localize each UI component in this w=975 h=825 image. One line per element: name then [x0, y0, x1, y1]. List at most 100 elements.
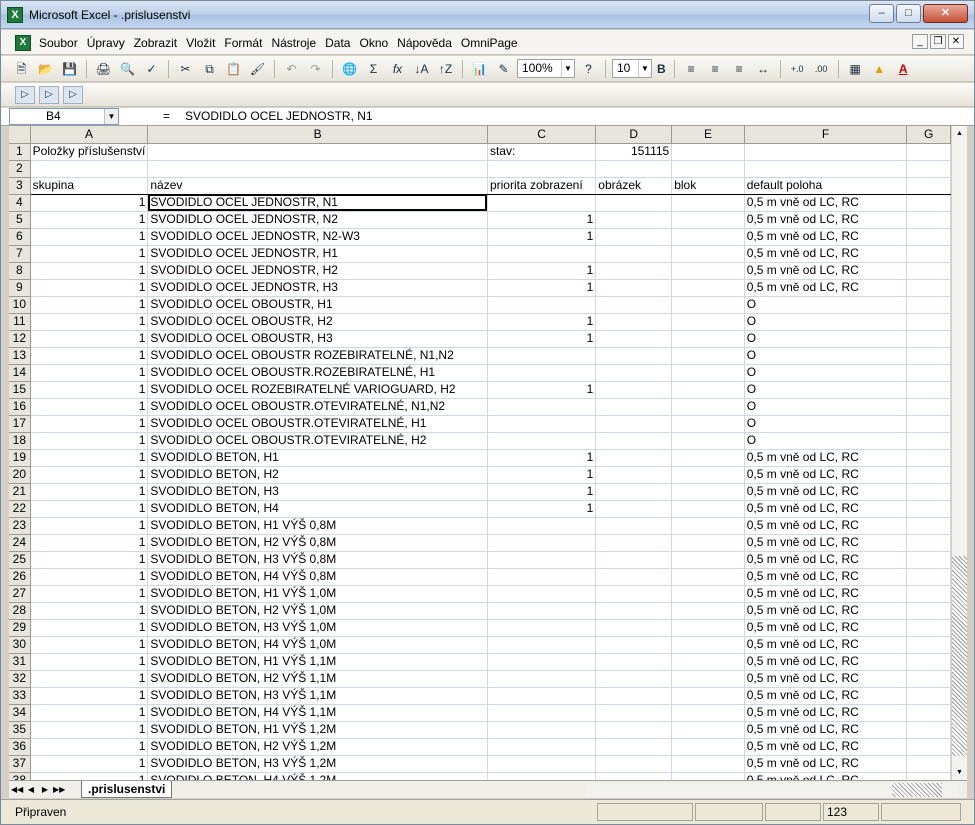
cell-g29[interactable] [906, 619, 951, 637]
cell-a25[interactable]: 1 [30, 551, 149, 569]
row-header[interactable]: 7 [9, 245, 31, 263]
cell-d30[interactable] [595, 636, 673, 654]
cell-e2[interactable] [671, 160, 745, 178]
cell-b30[interactable]: SVODIDLO BETON, H4 VÝŠ 1,0M [147, 636, 488, 654]
cell-f6[interactable]: 0,5 m vně od LC, RC [744, 228, 908, 246]
cell-f31[interactable]: 0,5 m vně od LC, RC [744, 653, 908, 671]
maximize-button[interactable]: □ [896, 4, 921, 23]
cell-a36[interactable]: 1 [30, 738, 149, 756]
open-icon[interactable]: 📂 [35, 59, 56, 79]
cell-f34[interactable]: 0,5 m vně od LC, RC [744, 704, 908, 722]
cell-a8[interactable]: 1 [30, 262, 149, 280]
cell-e31[interactable] [671, 653, 745, 671]
menu-item[interactable]: Nástroje [271, 36, 316, 50]
cell-g14[interactable] [906, 364, 951, 382]
cell-d17[interactable] [595, 415, 673, 433]
doc-close-button[interactable]: ✕ [948, 34, 964, 49]
row-header[interactable]: 28 [9, 602, 31, 620]
cell-c1[interactable]: stav: [487, 143, 597, 161]
cell-e34[interactable] [671, 704, 745, 722]
row-header[interactable]: 22 [9, 500, 31, 518]
cell-f32[interactable]: 0,5 m vně od LC, RC [744, 670, 908, 688]
cell-a7[interactable]: 1 [30, 245, 149, 263]
cell-g25[interactable] [906, 551, 951, 569]
cell-g7[interactable] [906, 245, 951, 263]
cell-c31[interactable] [487, 653, 597, 671]
cell-f37[interactable]: 0,5 m vně od LC, RC [744, 755, 908, 773]
copy-icon[interactable]: ⧉ [199, 59, 220, 79]
doc-minimize-button[interactable]: _ [912, 34, 928, 49]
cell-a35[interactable]: 1 [30, 721, 149, 739]
chart-wizard-icon[interactable]: 📊 [469, 59, 490, 79]
cell-g20[interactable] [906, 466, 951, 484]
cell-b18[interactable]: SVODIDLO OCEL OBOUSTR.OTEVIRATELNÉ, H2 [147, 432, 488, 450]
cell-a30[interactable]: 1 [30, 636, 149, 654]
decrease-decimal-icon[interactable]: .00 [811, 59, 832, 79]
cell-d13[interactable] [595, 347, 673, 365]
cell-e13[interactable] [671, 347, 745, 365]
cell-d24[interactable] [595, 534, 673, 552]
cell-b36[interactable]: SVODIDLO BETON, H2 VÝŠ 1,2M [147, 738, 488, 756]
cell-b9[interactable]: SVODIDLO OCEL JEDNOSTR, H3 [147, 279, 488, 297]
cell-g28[interactable] [906, 602, 951, 620]
autosum-icon[interactable]: Σ [363, 59, 384, 79]
cell-b8[interactable]: SVODIDLO OCEL JEDNOSTR, H2 [147, 262, 488, 280]
menu-item[interactable]: Soubor [39, 36, 78, 50]
scroll-up-icon[interactable]: ▲ [952, 126, 967, 141]
row-header[interactable]: 31 [9, 653, 31, 671]
cell-c5[interactable]: 1 [487, 211, 597, 229]
cell-f9[interactable]: 0,5 m vně od LC, RC [744, 279, 908, 297]
cell-e21[interactable] [671, 483, 745, 501]
row-header[interactable]: 37 [9, 755, 31, 773]
cell-f17[interactable]: O [744, 415, 908, 433]
cell-a32[interactable]: 1 [30, 670, 149, 688]
cell-b7[interactable]: SVODIDLO OCEL JEDNOSTR, H1 [147, 245, 488, 263]
cell-f21[interactable]: 0,5 m vně od LC, RC [744, 483, 908, 501]
cell-f38[interactable]: 0,5 m vně od LC, RC [744, 772, 908, 780]
menu-item[interactable]: OmniPage [461, 36, 518, 50]
row-header[interactable]: 12 [9, 330, 31, 348]
cell-a34[interactable]: 1 [30, 704, 149, 722]
cell-g16[interactable] [906, 398, 951, 416]
cell-d12[interactable] [595, 330, 673, 348]
column-header[interactable]: C [487, 126, 597, 144]
format-painter-icon[interactable]: 🖌 [247, 59, 268, 79]
row-header[interactable]: 14 [9, 364, 31, 382]
row-header[interactable]: 3 [9, 177, 31, 195]
cell-c29[interactable] [487, 619, 597, 637]
cell-g2[interactable] [906, 160, 951, 178]
cell-d2[interactable] [595, 160, 673, 178]
horizontal-scroll-thumb[interactable] [892, 783, 942, 797]
cell-f11[interactable]: O [744, 313, 908, 331]
cell-f25[interactable]: 0,5 m vně od LC, RC [744, 551, 908, 569]
cell-g33[interactable] [906, 687, 951, 705]
cell-e5[interactable] [671, 211, 745, 229]
first-sheet-icon[interactable]: ◀◀ [11, 783, 23, 796]
excel-icon[interactable]: X [7, 7, 23, 23]
cell-f24[interactable]: 0,5 m vně od LC, RC [744, 534, 908, 552]
cell-a20[interactable]: 1 [30, 466, 149, 484]
cell-f28[interactable]: 0,5 m vně od LC, RC [744, 602, 908, 620]
cell-a9[interactable]: 1 [30, 279, 149, 297]
cell-e14[interactable] [671, 364, 745, 382]
cell-d9[interactable] [595, 279, 673, 297]
cell-a16[interactable]: 1 [30, 398, 149, 416]
cell-b28[interactable]: SVODIDLO BETON, H2 VÝŠ 1,0M [147, 602, 488, 620]
cell-b23[interactable]: SVODIDLO BETON, H1 VÝŠ 0,8M [147, 517, 488, 535]
cell-c14[interactable] [487, 364, 597, 382]
cell-g5[interactable] [906, 211, 951, 229]
align-center-icon[interactable]: ≡ [705, 59, 726, 79]
cell-d20[interactable] [595, 466, 673, 484]
bold-button[interactable]: B [655, 59, 668, 79]
cell-f36[interactable]: 0,5 m vně od LC, RC [744, 738, 908, 756]
cell-c13[interactable] [487, 347, 597, 365]
spelling-icon[interactable]: ✓ [141, 59, 162, 79]
cut-icon[interactable]: ✂ [175, 59, 196, 79]
cell-f27[interactable]: 0,5 m vně od LC, RC [744, 585, 908, 603]
row-header[interactable]: 26 [9, 568, 31, 586]
fill-color-icon[interactable]: ▲ [869, 59, 890, 79]
row-header[interactable]: 27 [9, 585, 31, 603]
row-header[interactable]: 2 [9, 160, 31, 178]
cell-b3[interactable]: název [147, 177, 488, 195]
cell-a22[interactable]: 1 [30, 500, 149, 518]
